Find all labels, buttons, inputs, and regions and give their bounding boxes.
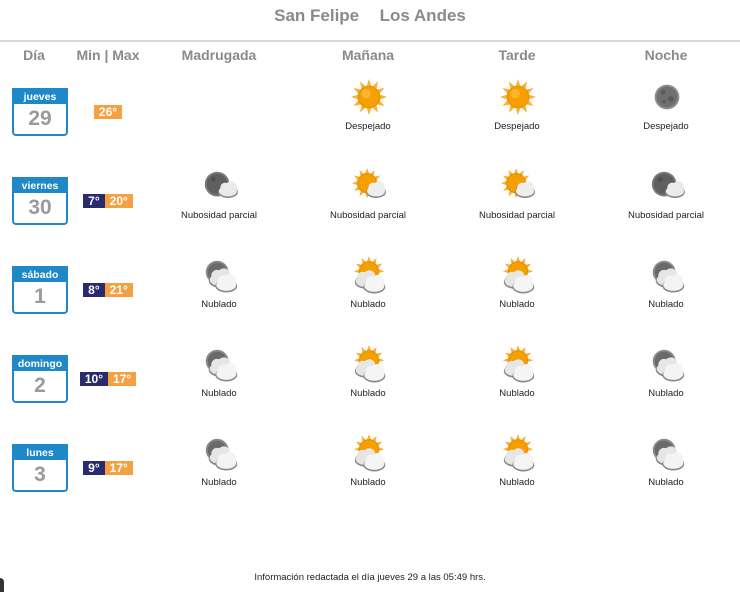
sun-icon (350, 78, 388, 116)
moon-clouds-icon (648, 434, 686, 472)
condition-text: Nublado (201, 477, 237, 488)
corner-decoration (0, 578, 4, 592)
calendar-day-icon: sábado 1 (12, 266, 68, 314)
calendar-day-icon: jueves 29 (12, 88, 68, 136)
sun-clouds-icon (350, 345, 388, 383)
condition-text: Despejado (643, 121, 689, 132)
condition-text: Nublado (499, 388, 535, 399)
condition-text: Nublado (350, 299, 386, 310)
day-row: viernes 30 7° 20° Nubosidad parcial Nubosidad… (0, 167, 740, 266)
condition-text: Nublado (350, 477, 386, 488)
moon-clouds-icon (201, 256, 239, 294)
moon-clouds-icon (201, 345, 239, 383)
day-number: 29 (28, 107, 52, 130)
col-header-manana: Mañana (341, 47, 395, 63)
sun-cloud-icon (350, 167, 388, 205)
temp-max: 17° (104, 461, 133, 475)
day-number: 1 (34, 285, 46, 308)
temp-range: 7° 20° (83, 194, 133, 208)
condition-text: Nublado (648, 299, 684, 310)
temp-min: 10° (79, 372, 108, 386)
sun-icon (499, 78, 537, 116)
temp-max: 17° (108, 372, 137, 386)
header-divider (0, 40, 740, 42)
day-name: jueves (14, 90, 66, 104)
condition-text: Nubosidad parcial (478, 210, 556, 221)
day-number: 2 (34, 374, 46, 397)
condition-text: Nublado (499, 299, 535, 310)
col-header-noche: Noche (644, 47, 688, 63)
header-tabs: San Felipe Los Andes (0, 6, 740, 26)
condition-text: Nublado (648, 477, 684, 488)
day-name: domingo (14, 357, 66, 371)
temp-min: 7° (83, 194, 105, 208)
condition-text: Nublado (201, 299, 237, 310)
col-header-minmax: Min | Max (76, 47, 140, 63)
footer-note: Información redactada el día jueves 29 a… (254, 572, 486, 583)
day-row: jueves 29 26° Despejado Despejado Despejado (0, 78, 740, 177)
day-row: domingo 2 10° 17° Nublado Nublado Nublado Nubla… (0, 345, 740, 444)
col-header-madrugada: Madrugada (181, 47, 257, 63)
moon-clouds-icon (648, 345, 686, 383)
temp-min: 8° (83, 283, 105, 297)
moon-icon (648, 78, 686, 116)
condition-text: Despejado (494, 121, 540, 132)
sun-clouds-icon (499, 345, 537, 383)
temp-max: 20° (104, 194, 133, 208)
sun-clouds-icon (350, 256, 388, 294)
condition-text: Nublado (350, 388, 386, 399)
day-row: lunes 3 9° 17° Nublado Nublado Nublado Nublado (0, 434, 740, 533)
calendar-day-icon: lunes 3 (12, 444, 68, 492)
sun-clouds-icon (499, 434, 537, 472)
col-header-dia: Día (23, 47, 45, 63)
tab-los-andes[interactable]: Los Andes (380, 6, 466, 26)
moon-cloud-icon (201, 167, 239, 205)
temp-range: 10° 17° (79, 372, 137, 386)
condition-text: Nubosidad parcial (627, 210, 705, 221)
day-number: 3 (34, 463, 46, 486)
condition-text: Nublado (648, 388, 684, 399)
temp-range: 8° 21° (83, 283, 133, 297)
col-header-tarde: Tarde (498, 47, 536, 63)
condition-text: Nublado (201, 388, 237, 399)
condition-text: Nublado (499, 477, 535, 488)
condition-text: Despejado (345, 121, 391, 132)
day-number: 30 (28, 196, 52, 219)
calendar-day-icon: viernes 30 (12, 177, 68, 225)
temp-min: 9° (83, 461, 105, 475)
day-name: sábado (14, 268, 66, 282)
temp-max: 21° (104, 283, 133, 297)
day-name: viernes (14, 179, 66, 193)
moon-clouds-icon (648, 256, 686, 294)
moon-cloud-icon (648, 167, 686, 205)
temp-max: 26° (93, 105, 123, 119)
sun-clouds-icon (350, 434, 388, 472)
tab-san-felipe[interactable]: San Felipe (274, 6, 359, 26)
day-name: lunes (14, 446, 66, 460)
sun-cloud-icon (499, 167, 537, 205)
temp-range: 9° 17° (83, 461, 133, 475)
calendar-day-icon: domingo 2 (12, 355, 68, 403)
sun-clouds-icon (499, 256, 537, 294)
day-row: sábado 1 8° 21° Nublado Nublado Nublado Nublado (0, 256, 740, 355)
moon-clouds-icon (201, 434, 239, 472)
condition-text: Nubosidad parcial (329, 210, 407, 221)
condition-text: Nubosidad parcial (180, 210, 258, 221)
temp-range: 26° (93, 105, 123, 119)
